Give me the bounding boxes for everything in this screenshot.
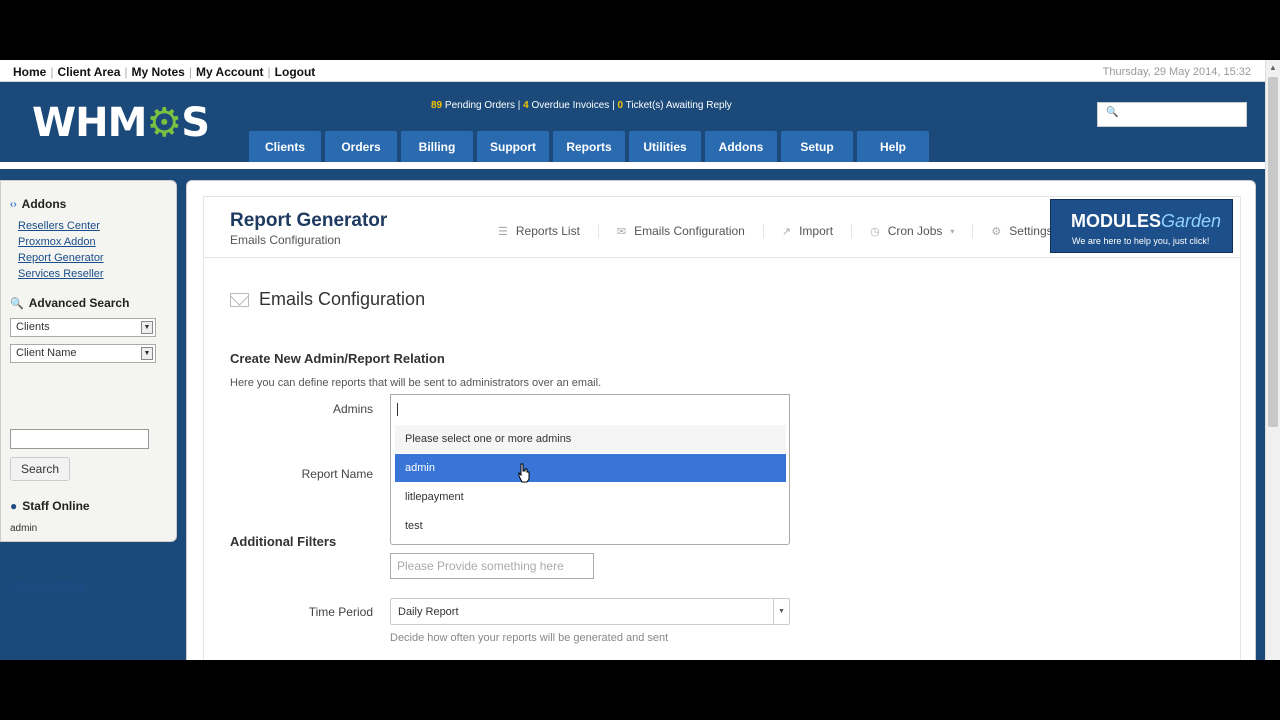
content-panel: Report Generator Emails Configuration ☰ … [186, 180, 1256, 660]
dropdown-option-test[interactable]: test [395, 512, 786, 540]
chevron-down-icon: ▼ [141, 347, 153, 360]
time-period-select[interactable]: Daily Report ▼ [390, 598, 790, 625]
nav-reports[interactable]: Reports [553, 131, 625, 162]
global-search-input[interactable]: 🔍 [1097, 102, 1247, 127]
tab-import[interactable]: ↗ Import [764, 224, 853, 238]
admins-multiselect-input[interactable] [390, 394, 790, 424]
text-caret [397, 403, 398, 416]
section-title: Emails Configuration [230, 289, 425, 310]
filter-input[interactable]: Please Provide something here [390, 553, 594, 579]
top-bar: Home | Client Area | My Notes | My Account | Log… [0, 60, 1265, 82]
caret-down-icon: ▾ [950, 226, 955, 236]
envelope-icon [230, 292, 249, 307]
modulesgarden-logo: MODULESGarden [1071, 211, 1222, 231]
top-nav-home[interactable]: Home [13, 65, 46, 79]
banner-tagline: We are here to help you, just click! [1072, 236, 1210, 246]
pending-orders-label[interactable]: Pending Orders [445, 100, 515, 111]
header-divider-line [204, 257, 1240, 258]
gears-icon: ⚙ [991, 225, 1002, 238]
gear-icon: ⚙ [146, 100, 182, 146]
form-subheading: Create New Admin/Report Relation [230, 351, 445, 366]
sidebar-link-proxmox-addon[interactable]: Proxmox Addon [18, 236, 96, 248]
top-nav-client-area[interactable]: Client Area [57, 65, 120, 79]
chevron-down-icon: ▼ [141, 321, 153, 334]
nav-support[interactable]: Support [477, 131, 549, 162]
header-stats: 89 Pending Orders | 4 Overdue Invoices |… [431, 100, 732, 111]
whmcs-logo[interactable]: WHM⚙S [32, 100, 210, 146]
header: WHM⚙S 89 Pending Orders | 4 Overdue Invo… [0, 82, 1265, 162]
envelope-icon: ✉ [616, 225, 627, 238]
dropdown-option-admin[interactable]: admin [395, 454, 786, 482]
tab-emails-configuration[interactable]: ✉ Emails Configuration [599, 224, 764, 238]
header-divider [0, 162, 1265, 169]
addons-heading: ‹› Addons [10, 197, 67, 211]
nav-addons[interactable]: Addons [705, 131, 777, 162]
scroll-up-icon[interactable]: ▲ [1269, 63, 1277, 72]
dropdown-hint: Please select one or more admins [395, 425, 786, 453]
tickets-count[interactable]: 0 [617, 100, 623, 111]
dropdown-option-litlepayment[interactable]: litlepayment [395, 483, 786, 511]
report-name-label: Report Name [301, 467, 373, 481]
admins-label: Admins [332, 402, 373, 416]
sidebar-link-resellers-center[interactable]: Resellers Center [18, 220, 100, 232]
overdue-invoices-label[interactable]: Overdue Invoices [531, 100, 609, 111]
minimise-sidebar-link[interactable]: « Minimise Sidebar [10, 580, 87, 590]
page-title: Report Generator [230, 210, 388, 231]
top-nav: Home | Client Area | My Notes | My Account | Log… [13, 65, 316, 79]
staff-online-name: admin [10, 523, 38, 534]
pending-orders-count[interactable]: 89 [431, 100, 442, 111]
nav-setup[interactable]: Setup [781, 131, 853, 162]
clock-icon: ◷ [870, 225, 880, 238]
current-datetime: Thursday, 29 May 2014, 15:32 [1102, 66, 1251, 78]
nav-billing[interactable]: Billing [401, 131, 473, 162]
tab-reports-list[interactable]: ☰ Reports List [480, 224, 599, 238]
advanced-search-heading: 🔍 Advanced Search [10, 296, 130, 310]
sidebar-link-report-generator[interactable]: Report Generator [18, 252, 104, 264]
chevron-down-icon: ▼ [773, 599, 789, 624]
vertical-scrollbar[interactable]: ▲ [1265, 60, 1280, 660]
addons-icon: ‹› [10, 198, 17, 210]
scrollbar-thumb[interactable] [1268, 77, 1278, 427]
admins-dropdown: Please select one or more admins admin l… [390, 424, 790, 545]
page-subtitle: Emails Configuration [230, 233, 341, 247]
nav-help[interactable]: Help [857, 131, 929, 162]
top-nav-my-account[interactable]: My Account [196, 65, 264, 79]
search-icon: 🔍 [1106, 107, 1119, 118]
module-tabs: ☰ Reports List ✉ Emails Configuration ↗ … [480, 224, 1071, 238]
modulesgarden-banner[interactable]: MODULESGarden We are here to help you, j… [1050, 199, 1233, 253]
search-button[interactable]: Search [10, 457, 70, 481]
browser-viewport: Home | Client Area | My Notes | My Account | Log… [0, 60, 1280, 660]
form-help-text: Here you can define reports that will be… [230, 377, 602, 389]
import-icon: ↗ [781, 225, 792, 238]
top-nav-logout[interactable]: Logout [275, 65, 316, 79]
nav-utilities[interactable]: Utilities [629, 131, 701, 162]
additional-filters-heading: Additional Filters [230, 534, 337, 549]
top-nav-my-notes[interactable]: My Notes [132, 65, 185, 79]
magnifier-icon: 🔍 [10, 297, 24, 310]
advanced-search-input[interactable] [10, 429, 149, 449]
module-container: Report Generator Emails Configuration ☰ … [203, 196, 1241, 660]
search-field-select[interactable]: Client Name ▼ [10, 344, 156, 363]
sidebar-link-services-reseller[interactable]: Services Reseller [18, 268, 104, 280]
time-period-label: Time Period [308, 605, 373, 619]
user-icon: ● [10, 499, 18, 513]
hand-cursor-icon [518, 463, 530, 483]
search-type-select[interactable]: Clients ▼ [10, 318, 156, 337]
staff-online-heading: ● Staff Online [10, 499, 90, 513]
tickets-label[interactable]: Ticket(s) Awaiting Reply [626, 100, 732, 111]
main-nav: Clients Orders Billing Support Reports U… [249, 131, 929, 162]
tab-cron-jobs[interactable]: ◷ Cron Jobs ▾ [852, 224, 974, 238]
list-icon: ☰ [498, 225, 508, 238]
nav-clients[interactable]: Clients [249, 131, 321, 162]
time-period-help: Decide how often your reports will be ge… [390, 632, 669, 644]
overdue-invoices-count[interactable]: 4 [523, 100, 529, 111]
sidebar: ‹› Addons Resellers Center Proxmox Addon… [0, 180, 177, 590]
nav-orders[interactable]: Orders [325, 131, 397, 162]
